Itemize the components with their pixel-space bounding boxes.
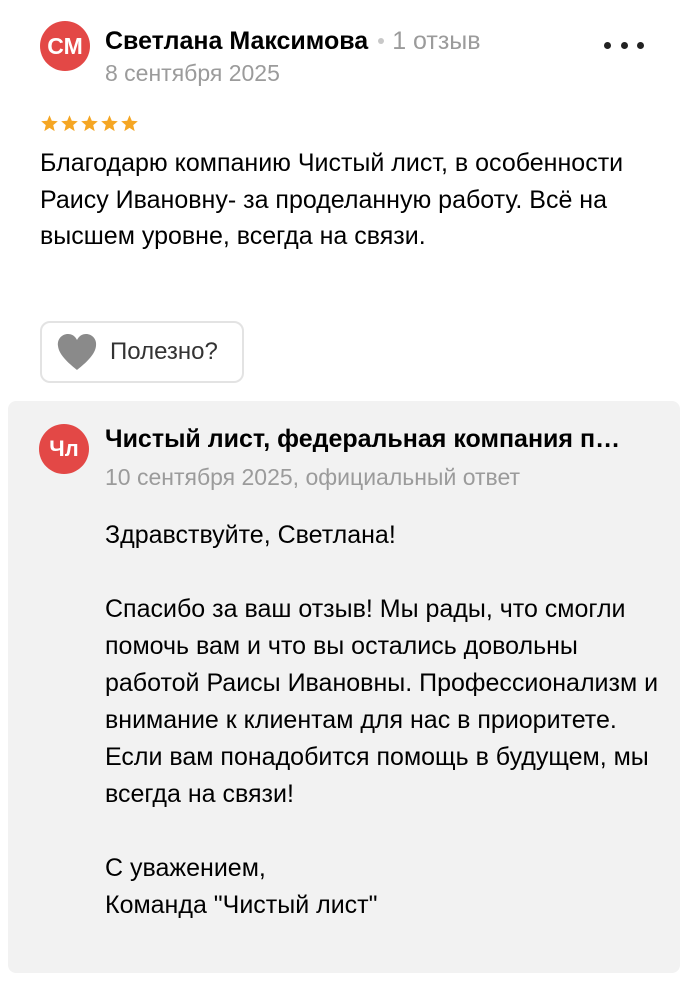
author-review-count: 1 отзыв	[392, 26, 481, 55]
star-icon	[61, 115, 78, 132]
company-name[interactable]: Чистый лист, федеральная компания п…	[105, 425, 650, 454]
answer-greeting: Здравствуйте, Светлана!	[105, 521, 396, 549]
answer-signature: С уважением, Команда "Чистый лист"	[105, 850, 665, 924]
answer-body: Спасибо за ваш отзыв! Мы рады, что смогл…	[105, 595, 659, 808]
answer-meta: 10 сентября 2025, официальный ответ	[105, 464, 521, 490]
company-avatar[interactable]: Чл	[39, 424, 89, 474]
separator-dot	[378, 38, 385, 44]
review-date: 8 сентября 2025	[105, 60, 280, 86]
author-name[interactable]: Светлана Максимова	[105, 27, 368, 56]
star-icon	[101, 115, 118, 132]
star-icon	[121, 115, 138, 132]
more-dots-icon	[620, 41, 628, 49]
more-options-button[interactable]	[604, 30, 644, 60]
answer-signature-line-1: С уважением,	[105, 854, 266, 882]
answer-text: Здравствуйте, Светлана! Спасибо за ваш о…	[105, 517, 665, 924]
helpful-label: Полезно?	[110, 338, 218, 365]
more-dots-icon	[637, 41, 644, 49]
author-avatar[interactable]: СМ	[40, 21, 90, 71]
heart-icon	[57, 334, 97, 370]
more-dots-icon	[604, 41, 611, 49]
author-line: Светлана Максимова 1 отзыв	[105, 24, 481, 58]
review-text: Благодарю компанию Чистый лист, в особен…	[40, 149, 624, 250]
helpful-button[interactable]: Полезно?	[40, 321, 244, 383]
rating-stars	[40, 114, 139, 133]
star-icon	[81, 115, 98, 132]
answer-signature-line-2: Команда "Чистый лист"	[105, 891, 378, 919]
star-icon	[41, 115, 58, 132]
review-card: СМ Светлана Максимова 1 отзыв 8 сентября…	[0, 0, 688, 982]
